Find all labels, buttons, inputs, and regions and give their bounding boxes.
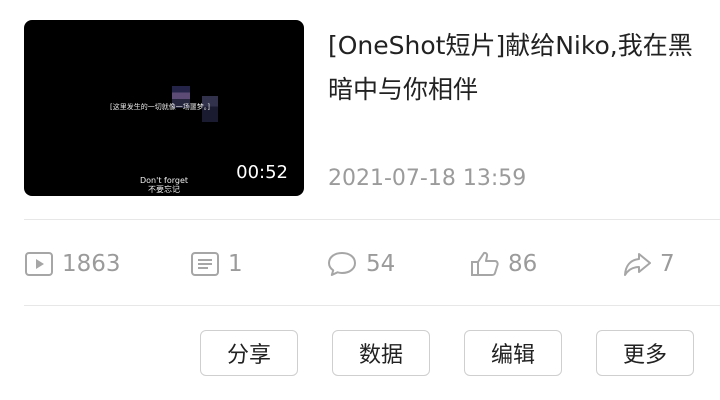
edit-button[interactable]: 编辑 <box>464 330 562 376</box>
video-title[interactable]: [OneShot短片]献给Niko,我在黑暗中与你相伴 <box>328 24 708 112</box>
more-button[interactable]: 更多 <box>596 330 694 376</box>
divider <box>24 305 720 306</box>
thumbnail-caption-en: Don't forget <box>140 176 188 185</box>
danmaku-count: 1 <box>228 251 243 277</box>
danmaku-icon <box>190 251 220 277</box>
divider <box>24 219 720 220</box>
shares-count: 7 <box>660 251 675 277</box>
likes-count: 86 <box>508 251 538 277</box>
video-duration: 00:52 <box>236 162 288 183</box>
views-count: 1863 <box>62 251 121 277</box>
video-card: [这里发生的一切就像一场噩梦。] Don't forget 不要忘记 00:52… <box>0 0 720 400</box>
thumbnail-subtitle: [这里发生的一切就像一场噩梦。] <box>110 103 210 111</box>
comment-icon <box>326 250 358 278</box>
comments-count: 54 <box>366 251 396 277</box>
views-stat: 1863 <box>24 244 121 284</box>
shares-stat[interactable]: 7 <box>622 244 675 284</box>
publish-date: 2021-07-18 13:59 <box>328 166 527 191</box>
likes-stat[interactable]: 86 <box>470 244 537 284</box>
video-thumbnail[interactable]: [这里发生的一切就像一场噩梦。] Don't forget 不要忘记 00:52 <box>24 20 304 196</box>
play-icon <box>24 251 54 277</box>
danmaku-stat: 1 <box>190 244 243 284</box>
thumbs-up-icon <box>470 250 500 278</box>
comments-stat[interactable]: 54 <box>326 244 395 284</box>
share-arrow-icon <box>622 250 652 278</box>
data-button[interactable]: 数据 <box>332 330 430 376</box>
share-button[interactable]: 分享 <box>200 330 298 376</box>
thumbnail-caption-zh: 不要忘记 <box>148 185 180 194</box>
thumbnail-caption: Don't forget 不要忘记 <box>124 176 204 194</box>
